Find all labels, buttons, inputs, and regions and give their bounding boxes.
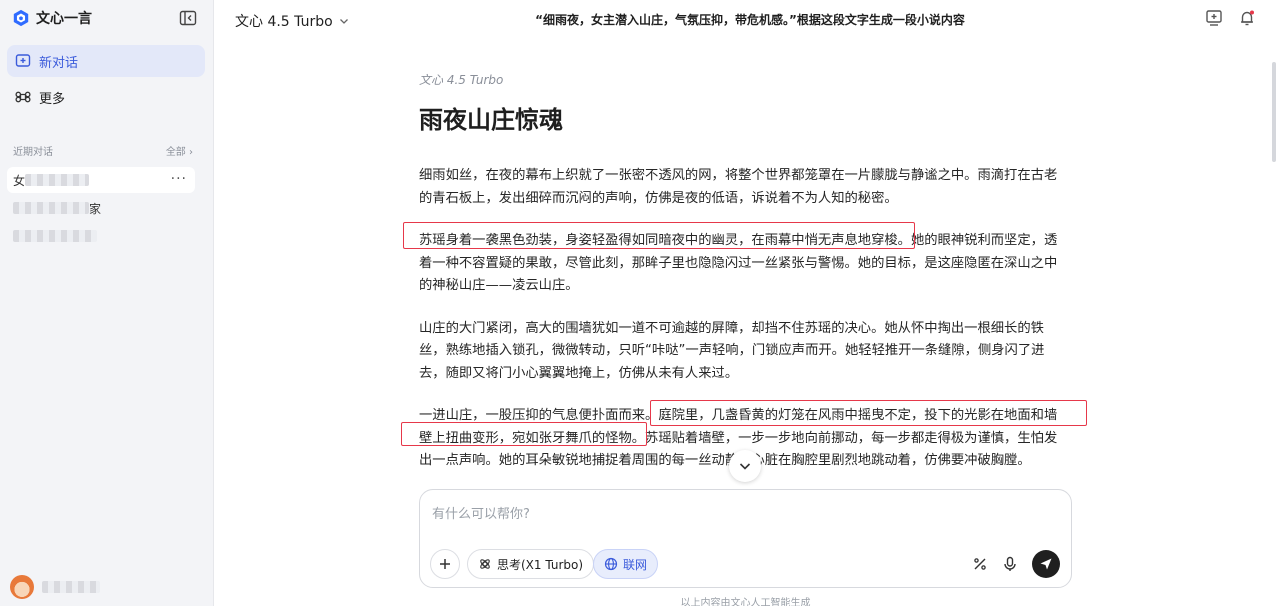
web-search-toggle[interactable]: 联网 (593, 549, 659, 579)
message-input[interactable] (432, 502, 1052, 526)
think-icon (480, 559, 490, 569)
blurred-text (25, 174, 90, 186)
command-icon (15, 91, 31, 103)
new-chat-icon (15, 54, 31, 67)
collapse-sidebar-button[interactable] (178, 8, 198, 28)
recent-header: 近期对话 全部 › (13, 143, 193, 158)
history-item[interactable]: 家 (7, 195, 195, 221)
chevron-down-icon (339, 19, 348, 24)
blurred-text (13, 230, 97, 242)
notifications-button[interactable] (1237, 8, 1257, 28)
user-profile[interactable] (10, 575, 100, 599)
brand-name: 文心一言 (36, 11, 92, 27)
story-paragraph: 细雨如丝，在夜的幕布上织就了一张密不透风的网，将整个世界都笼罩在一片朦胧与静谧之… (419, 168, 1058, 206)
new-chat-button[interactable]: 新对话 (7, 45, 205, 77)
blurred-username (42, 581, 100, 593)
add-attachment-button[interactable] (430, 549, 460, 579)
microphone-icon (1004, 556, 1016, 571)
history-more-icon[interactable]: ··· (171, 171, 187, 187)
voice-input-button[interactable] (998, 552, 1022, 576)
recent-all-link[interactable]: 全部 › (166, 143, 193, 158)
history-item-prefix: 女 (13, 173, 26, 188)
ai-disclaimer: 以上内容由文心人工智能生成 (680, 598, 811, 606)
sidebar: 文心一言 新对话 更多 近期对话 全部 › 女 ··· 家 (0, 0, 214, 606)
scroll-down-button[interactable] (729, 450, 761, 482)
new-window-button[interactable] (1204, 8, 1224, 28)
story-paragraph: 山庄的大门紧闭，高大的围墙犹如一道不可逾越的屏障，却挡不住苏瑶的决心。她从怀中掏… (419, 320, 1045, 381)
chevron-down-icon (739, 463, 751, 470)
think-mode-label: 思考(X1 Turbo) (497, 557, 584, 572)
new-chat-label: 新对话 (39, 55, 79, 71)
more-label: 更多 (39, 91, 66, 107)
avatar[interactable] (10, 575, 34, 599)
prompt-tools-button[interactable] (968, 552, 992, 576)
plus-icon (440, 559, 450, 569)
sidebar-collapse-icon (179, 10, 197, 26)
model-tag: 文心 4.5 Turbo (419, 73, 504, 87)
history-item[interactable]: 女 ··· (7, 167, 195, 193)
model-name: 文心 4.5 Turbo (235, 14, 333, 30)
message-content: 文心 4.5 Turbo 雨夜山庄惊魂 细雨如丝，在夜的幕布上织就了一张密不透风… (419, 70, 1069, 472)
think-mode-button[interactable]: 思考(X1 Turbo) (467, 549, 595, 579)
model-selector[interactable]: 文心 4.5 Turbo (235, 11, 349, 31)
more-button[interactable]: 更多 (7, 81, 205, 113)
blurred-text (13, 202, 89, 214)
recent-title: 近期对话 (13, 147, 53, 158)
story-paragraph: 苏瑶身着一袭黑色劲装，身姿轻盈得如同暗夜中的幽灵，在雨幕中悄无声息地穿梭。她的眼… (419, 233, 1058, 293)
add-window-icon (1206, 10, 1222, 26)
web-search-label: 联网 (623, 557, 648, 572)
scrollbar[interactable] (1272, 62, 1276, 162)
history-item-suffix: 家 (89, 201, 102, 216)
conversation-title: “细雨夜，女主潜入山庄，气氛压抑，带危机感。”根据这段文字生成一段小说内容 (535, 13, 965, 27)
send-icon (1040, 558, 1052, 570)
story-title: 雨夜山庄惊魂 (419, 106, 563, 134)
globe-icon (604, 557, 618, 571)
history-item[interactable] (7, 223, 195, 249)
brand[interactable]: 文心一言 (12, 8, 92, 28)
bell-icon (1241, 10, 1254, 26)
slash-percent-icon (974, 558, 986, 570)
send-button[interactable] (1032, 550, 1060, 578)
wenxin-logo-icon (13, 9, 29, 27)
composer: 思考(X1 Turbo) 联网 (419, 489, 1072, 588)
